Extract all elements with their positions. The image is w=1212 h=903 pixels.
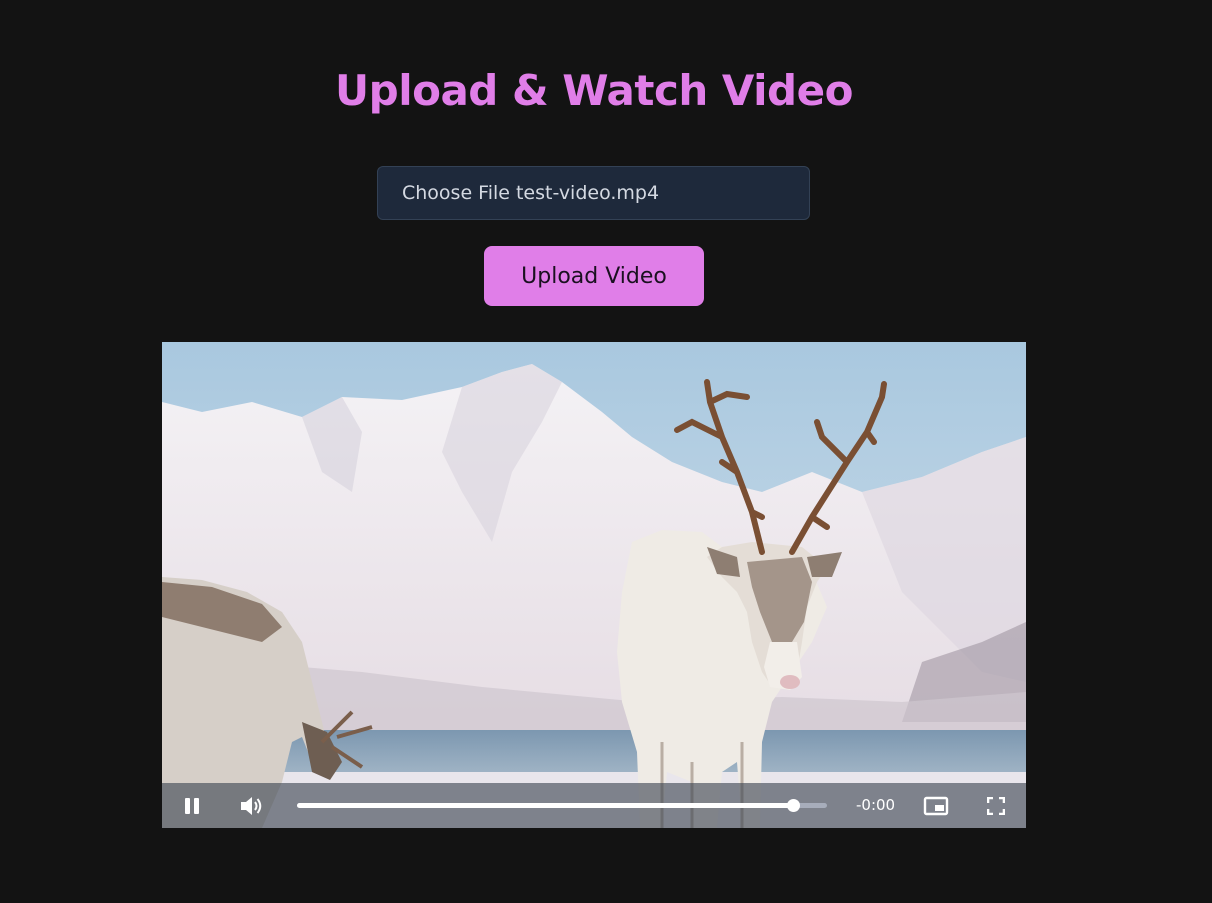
page-title: Upload & Watch Video: [335, 66, 853, 115]
time-remaining: -0:00: [856, 796, 896, 814]
choose-file-button[interactable]: Choose File: [402, 182, 510, 204]
page: Upload & Watch Video Choose File test-vi…: [0, 0, 1212, 903]
selected-file-name: test-video.mp4: [515, 182, 660, 204]
volume-icon[interactable]: [239, 793, 265, 819]
progress-bar[interactable]: [297, 799, 827, 812]
progress-fill: [297, 803, 793, 808]
video-frame: [162, 342, 1026, 828]
upload-video-button[interactable]: Upload Video: [484, 246, 704, 306]
video-controls: -0:00: [162, 783, 1026, 828]
video-player[interactable]: -0:00: [162, 342, 1026, 828]
fullscreen-icon[interactable]: [983, 793, 1009, 819]
progress-thumb[interactable]: [786, 799, 800, 812]
file-input[interactable]: Choose File test-video.mp4: [377, 166, 810, 220]
pause-icon[interactable]: [179, 793, 205, 819]
picture-in-picture-icon[interactable]: [923, 793, 949, 819]
